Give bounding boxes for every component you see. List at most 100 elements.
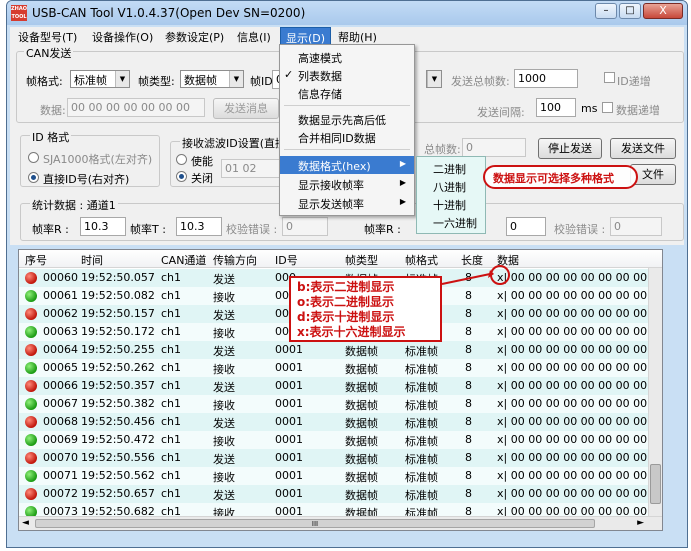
menu-item-high-speed[interactable]: 高速模式 [280,48,414,66]
cell-data: x| 00 00 00 00 00 00 00 00 [497,307,648,320]
stop-send-button[interactable]: 停止发送 [538,138,602,159]
checkmark-icon: ✓ [284,68,294,81]
data-input[interactable]: 00 00 00 00 00 00 00 [67,98,205,117]
col-channel[interactable]: CAN通道 [161,252,206,268]
interval-unit: ms [581,102,598,115]
menu-item-show-tx-rate[interactable]: 显示发送帧率 ▶ [280,194,414,212]
rate-r-label: 帧率R : [32,223,69,236]
menu-item-list-data[interactable]: ✓ 列表数据 [280,66,414,84]
cell-type: 数据帧 [345,489,378,502]
menu-device-ops[interactable]: 设备操作(O) [92,29,153,45]
cell-dir: 接收 [213,471,235,484]
cell-fmt: 标准帧 [405,417,438,430]
table-row[interactable]: 00070 19:52:50.556 ch1 发送 0001 数据帧 标准帧 8 x| 00 0… [19,449,657,467]
col-frame-format[interactable]: 帧格式 [405,252,438,268]
annotation-line: b:表示二进制显示 [297,280,395,294]
format-hex[interactable]: 一六进制 [417,213,485,231]
filter-close-radio[interactable] [176,171,187,182]
menu-item-label: 显示发送帧率 [298,198,364,211]
frame-format-select[interactable]: 标准帧 ▼ [70,70,130,88]
frame-id-dropdown[interactable]: ▼ [426,70,442,88]
table-row[interactable]: 00067 19:52:50.382 ch1 接收 0001 数据帧 标准帧 8 x| 00 0… [19,395,657,413]
menu-item-data-format[interactable]: 数据格式(hex) ▶ [280,156,414,174]
maximize-button[interactable]: □ [619,3,641,19]
horizontal-scroll-thumb[interactable]: III [35,519,595,528]
scroll-left-icon[interactable]: ◄ [22,518,29,528]
filter-enable-radio[interactable] [176,154,187,165]
horizontal-scrollbar[interactable]: ◄ III ► [19,516,662,530]
frame-type-select[interactable]: 数据帧 ▼ [180,70,244,88]
menu-item-show-rx-rate[interactable]: 显示接收帧率 ▶ [280,175,414,193]
cell-seq: 00069 [43,433,78,446]
scroll-right-icon[interactable]: ► [637,518,644,528]
menu-item-merge-id[interactable]: 合并相同ID数据 [280,128,414,146]
menu-separator [284,149,410,150]
cell-type: 数据帧 [345,417,378,430]
total-frames2-input[interactable]: 0 [462,138,526,157]
send-message-button[interactable]: 发送消息 [213,98,279,119]
tx-status-icon [25,272,37,284]
menu-info[interactable]: 信息(I) [237,29,271,45]
tx-status-icon [25,416,37,428]
minimize-button[interactable]: – [595,3,617,19]
col-id[interactable]: ID号 [275,252,298,268]
vertical-scrollbar[interactable] [648,268,662,518]
direct-id-radio[interactable] [28,172,39,183]
cell-ch: ch1 [161,379,182,392]
cell-ch: ch1 [161,415,182,428]
cell-id: 0001 [275,433,303,446]
menu-display[interactable]: 显示(D) [280,27,332,45]
menu-item-info-storage[interactable]: 信息存储 [280,84,414,102]
format-submenu: 二进制 八进制 十进制 一六进制 [416,156,486,234]
total-frames-input[interactable]: 1000 [514,69,578,88]
cell-type: 数据帧 [345,363,378,376]
menu-device-model[interactable]: 设备型号(T) [18,29,77,45]
col-time[interactable]: 时间 [81,252,103,268]
frame-format-label: 帧格式: [26,75,63,88]
tx-status-icon [25,488,37,500]
cell-data: x| 00 00 00 00 00 00 00 00 [497,271,648,284]
annotation-line: d:表示十进制显示 [297,310,395,324]
can-send-legend: CAN发送 [24,45,74,61]
err-label: 校验错误 : [226,223,278,236]
cell-seq: 00072 [43,487,78,500]
menu-item-label: 合并相同ID数据 [298,132,376,145]
menu-help[interactable]: 帮助(H) [338,29,377,45]
table-row[interactable]: 00065 19:52:50.262 ch1 接收 0001 数据帧 标准帧 8 x| 00 0… [19,359,657,377]
cell-data: x| 00 00 00 00 00 00 00 00 [497,361,648,374]
menu-params[interactable]: 参数设定(P) [165,29,224,45]
vertical-scroll-thumb[interactable] [650,464,661,504]
menu-item-label: 数据显示先高后低 [298,114,386,127]
id-increment-checkbox[interactable] [604,72,615,83]
cell-data: x| 00 00 00 00 00 00 00 00 [497,469,648,482]
col-seq[interactable]: 序号 [25,252,47,268]
col-direction[interactable]: 传输方向 [213,252,257,268]
cell-type: 数据帧 [345,435,378,448]
frame-type-value: 数据帧 [184,74,217,87]
data-increment-checkbox[interactable] [602,102,613,113]
table-row[interactable]: 00068 19:52:50.456 ch1 发送 0001 数据帧 标准帧 8 x| 00 0… [19,413,657,431]
menu-item-high-first[interactable]: 数据显示先高后低 [280,110,414,128]
cell-time: 19:52:50.157 [81,307,155,320]
sja1000-radio[interactable] [28,152,39,163]
close-button[interactable]: X [643,3,683,19]
format-octal[interactable]: 八进制 [417,177,485,195]
format-binary[interactable]: 二进制 [417,159,485,177]
cell-fmt: 标准帧 [405,399,438,412]
table-row[interactable]: 00064 19:52:50.255 ch1 发送 0001 数据帧 标准帧 8 x| 00 0… [19,341,657,359]
cell-dir: 接收 [213,399,235,412]
table-row[interactable]: 00072 19:52:50.657 ch1 发送 0001 数据帧 标准帧 8 x| 00 0… [19,485,657,503]
send-file-button[interactable]: 发送文件 [610,138,676,159]
interval-input[interactable]: 100 [536,98,576,117]
table-row[interactable]: 00066 19:52:50.357 ch1 发送 0001 数据帧 标准帧 8 x| 00 0… [19,377,657,395]
cell-len: 8 [465,307,472,320]
format-decimal[interactable]: 十进制 [417,195,485,213]
cell-dir: 发送 [213,273,235,286]
cell-type: 数据帧 [345,345,378,358]
table-row[interactable]: 00071 19:52:50.562 ch1 接收 0001 数据帧 标准帧 8 x| 00 0… [19,467,657,485]
col-frame-type[interactable]: 帧类型 [345,252,378,268]
table-row[interactable]: 00069 19:52:50.472 ch1 接收 0001 数据帧 标准帧 8 x| 00 0… [19,431,657,449]
rate-t-label: 帧率T : [130,223,166,236]
col-length[interactable]: 长度 [461,252,483,268]
filter-id-input[interactable]: 01 02 [221,159,287,178]
